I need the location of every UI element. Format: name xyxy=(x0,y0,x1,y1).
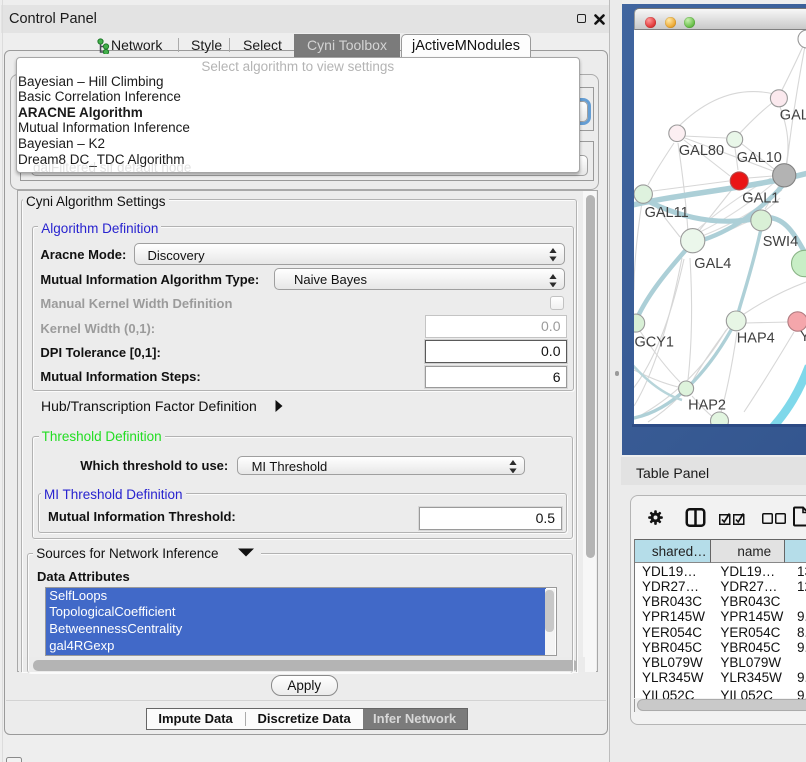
svg-text:GAL10: GAL10 xyxy=(737,150,782,166)
svg-text:HAP2: HAP2 xyxy=(688,398,726,414)
svg-text:HAP4: HAP4 xyxy=(737,330,775,346)
svg-text:GAL7: GAL7 xyxy=(780,107,806,123)
svg-text:GAL4: GAL4 xyxy=(694,256,731,272)
svg-text:GAL80: GAL80 xyxy=(679,143,724,159)
svg-text:GAL1: GAL1 xyxy=(742,191,779,207)
svg-text:SWI4: SWI4 xyxy=(763,234,798,250)
svg-text:GCY1: GCY1 xyxy=(635,335,675,351)
svg-text:GAL11: GAL11 xyxy=(645,205,689,221)
svg-text:Y: Y xyxy=(800,329,806,345)
